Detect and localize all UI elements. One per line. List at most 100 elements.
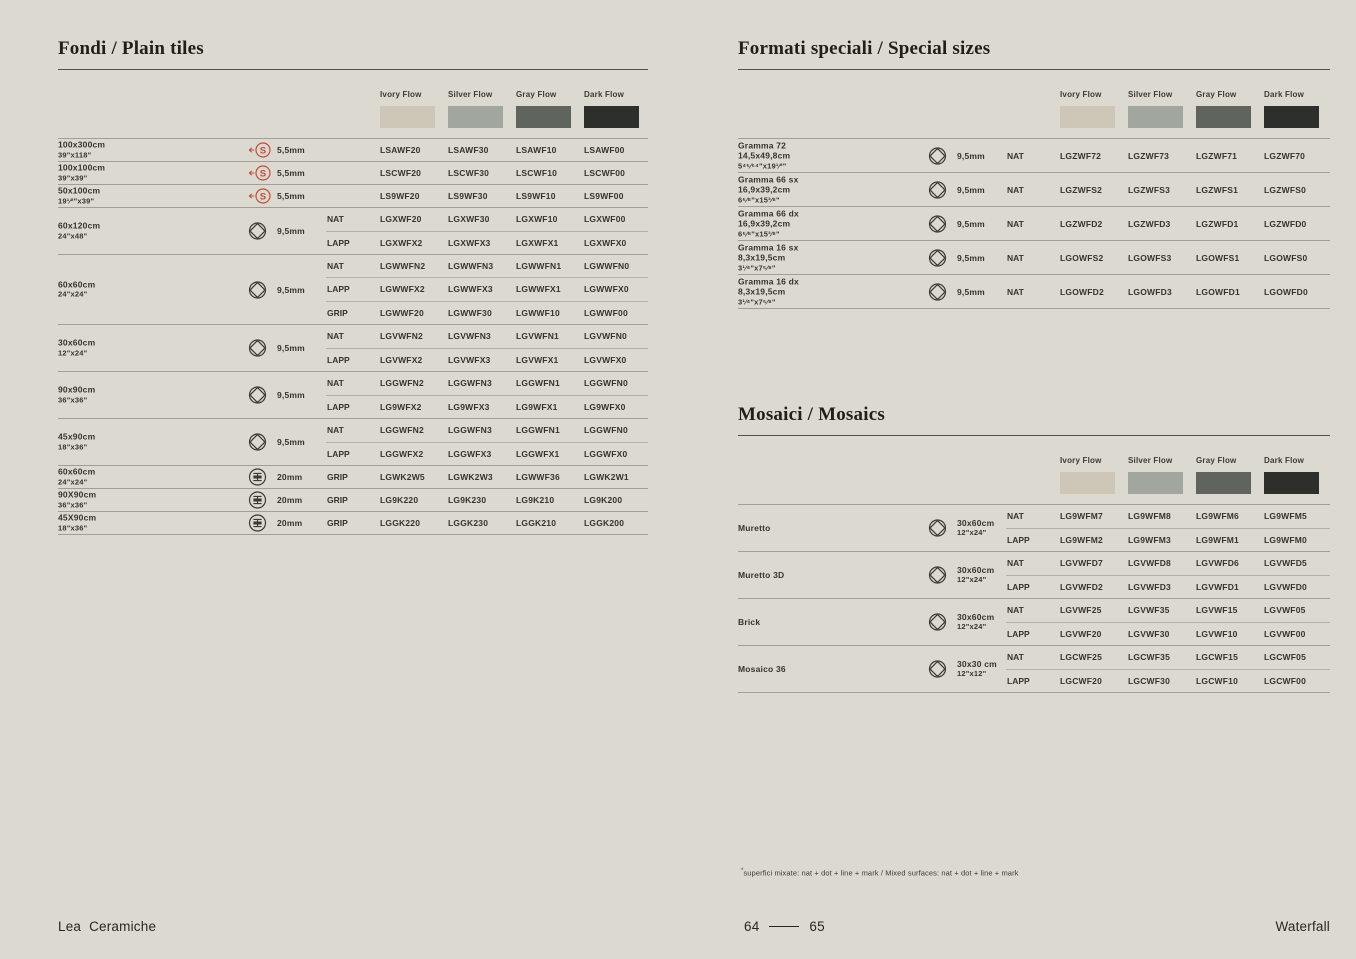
finish-rows: NATLGVWFN2LGVWFN3LGVWFN1LGVWFN0LAPPLGVWF… [326,325,648,371]
thickness-cell: 9,5mm [957,219,985,229]
product-code: LGWK2W3 [448,472,516,482]
finish-label: GRIP [326,472,380,482]
finish-label: NAT [1006,558,1060,568]
table-row: Muretto 3D30x60cm12"x24"NATLGVWFD7LGVWFD… [738,551,1330,598]
swatch-column: Dark Flow [1264,90,1332,128]
product-code: LSAWF30 [448,145,516,155]
slim-s-icon: S [248,187,272,206]
product-code: LSCWF20 [380,168,448,178]
size-inches: 39"x118" [58,150,105,161]
product-code: LGVWFD8 [1128,558,1196,568]
product-code: LGOWFD0 [1264,287,1328,297]
product-code: LGGWFN1 [516,378,584,388]
color-swatch [1196,106,1251,128]
finish-label: NAT [326,425,380,435]
thickness-cell: 5,5mm [277,168,305,178]
page-number-left: 64 [744,919,759,934]
size-inches: 12"x24" [957,622,994,632]
finish-label: NAT [1006,219,1060,229]
finish-rows: NATLGGWFN2LGGWFN3LGGWFN1LGGWFN0LAPPLG9WF… [326,372,648,418]
table-row: 90x90cm36"x36"9,5mmNATLGGWFN2LGGWFN3LGGW… [58,371,648,418]
product-code: LGZWFD3 [1128,219,1196,229]
table-row: 30x60cm12"x24"9,5mmNATLGVWFN2LGVWFN3LGVW… [58,324,648,371]
product-code: LGGWFN2 [380,425,448,435]
product-code: LGWWFN3 [448,261,516,271]
thickness-cell: 9,5mm [957,151,985,161]
swatch-column: Gray Flow [1196,90,1264,128]
product-code: LGXWFX2 [380,238,448,248]
rectified-diamond-icon [928,248,947,267]
section-title: Fondi / Plain tiles [58,38,648,70]
product-name: Mosaico 36 [738,664,786,675]
finish-rows: NATLGZWFS2LGZWFS3LGZWFS1LGZWFS0 [1006,173,1330,206]
product-code: LGCWF30 [1128,676,1196,686]
size-cell: 60x120cm24"x48" [58,221,100,242]
rectified-diamond-icon [928,566,947,585]
page-number-right: 65 [809,919,824,934]
thickness-cell: 9,5mm [277,343,305,353]
finish-label: LAPP [1006,629,1060,639]
color-swatch [584,106,639,128]
product-code: LGGK220 [380,518,448,528]
finish-rows: NATLG9WFM7LG9WFM8LG9WFM6LG9WFM5LAPPLG9WF… [1006,505,1330,551]
product-code: LGVWFD1 [1196,582,1264,592]
finish-row: GRIPLGWK2W5LGWK2W3LGWWF36LGWK2W1 [326,466,648,488]
product-code: LGOWFD2 [1060,287,1128,297]
product-code: LG9WFM6 [1196,511,1264,521]
product-code: LG9WFX0 [584,402,648,412]
swatch-label: Dark Flow [584,90,652,99]
product-code: LGGWFX3 [448,449,516,459]
product-code: LGCWF15 [1196,652,1264,662]
collection-name: Waterfall [1275,919,1330,934]
size-cm: 60x60cm [58,467,95,478]
swatch-label: Dark Flow [1264,90,1332,99]
size-cm: 30x30 cm [957,659,997,669]
product-code: LGZWFS1 [1196,185,1264,195]
product-code: LGZWFS0 [1264,185,1328,195]
thickness-label: 9,5mm [277,437,305,447]
thickness-label: 9,5mm [957,219,985,229]
color-swatch [380,106,435,128]
product-name: Gramma 16 dx [738,276,799,287]
product-code: LS9WF20 [380,191,448,201]
size-cm: 30x60cm [957,565,994,575]
table-row: Muretto30x60cm12"x24"NATLG9WFM7LG9WFM8LG… [738,504,1330,551]
size-cm: 30x60cm [58,338,95,349]
page-dash [769,926,799,928]
product-code: LGGWFN0 [584,425,648,435]
product-name-cell: Gramma 66 sx16,9x39,2cm6⁵⁄⁸"x15³⁄⁸" [738,174,799,206]
product-code: LGWK2W1 [584,472,648,482]
product-code: LGVWFD3 [1128,582,1196,592]
product-code: LGWWF10 [516,308,584,318]
footnote: *superfici mixate: nat + dot + line + ma… [741,868,1019,878]
size-cell: 100x300cm39"x118" [58,140,105,161]
product-code: LGVWFD7 [1060,558,1128,568]
rectified-diamond-icon [928,282,947,301]
finish-rows: NATLGCWF25LGCWF35LGCWF15LGCWF05LAPPLGCWF… [1006,646,1330,692]
finish-rows: GRIPLGWK2W5LGWK2W3LGWWF36LGWK2W1 [326,466,648,488]
product-code: LGGWFN1 [516,425,584,435]
finish-label: NAT [326,214,380,224]
product-code: LSAWF10 [516,145,584,155]
product-code: LGWWF20 [380,308,448,318]
size-cell: 30x30 cm12"x12" [957,659,997,679]
rectified-diamond-icon [928,146,947,165]
product-code: LGVWFN0 [584,331,648,341]
20mm-thickness-icon [248,468,267,487]
swatch-label: Ivory Flow [380,90,448,99]
product-code: LGCWF20 [1060,676,1128,686]
table-row: 100x300cm39"x118"S5,5mmLSAWF20LSAWF30LSA… [58,138,648,161]
product-code: LGWK2W5 [380,472,448,482]
finish-label: NAT [1006,287,1060,297]
product-code: LGZWFD2 [1060,219,1128,229]
finish-label: NAT [1006,605,1060,615]
color-swatch [1128,472,1183,494]
product-code: LGVWF15 [1196,605,1264,615]
product-code: LGVWFN3 [448,331,516,341]
thickness-label: 9,5mm [957,253,985,263]
thickness-cell: 9,5mm [277,390,305,400]
size-cell: 60x60cm24"x24" [58,467,95,488]
section-title: Mosaici / Mosaics [738,404,1330,436]
product-code: LGZWFS2 [1060,185,1128,195]
swatch-column: Ivory Flow [380,90,448,128]
